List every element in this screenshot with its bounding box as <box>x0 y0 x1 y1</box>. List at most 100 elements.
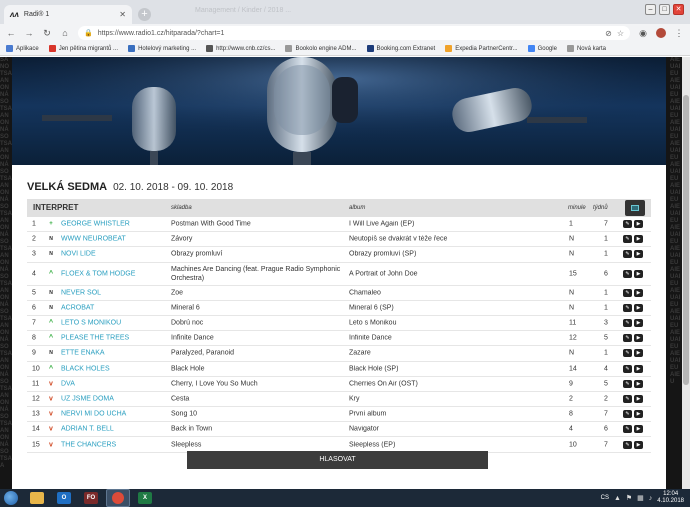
chart-date-range: 02. 10. 2018 - 09. 10. 2018 <box>113 182 234 193</box>
tray-arrow-icon[interactable]: ▲ <box>614 495 621 502</box>
artist-link[interactable]: ADRIAN T. BELL <box>61 426 167 433</box>
play-icon[interactable]: ▶ <box>634 349 643 358</box>
info-icon[interactable]: ✎ <box>623 288 632 297</box>
home-icon[interactable]: ⌂ <box>60 28 70 38</box>
play-icon[interactable]: ▶ <box>634 394 643 403</box>
info-icon[interactable]: ✎ <box>623 349 632 358</box>
taskbar-app[interactable]: FO <box>79 489 103 507</box>
song-title: Dobrú noc <box>171 319 204 327</box>
network-icon[interactable]: ▦ <box>637 494 644 502</box>
bookmark-item[interactable]: Bookolo engine ADM... <box>285 45 357 52</box>
play-icon[interactable]: ▶ <box>634 440 643 449</box>
bookmark-label: Aplikace <box>16 45 39 52</box>
info-icon[interactable]: ✎ <box>623 364 632 373</box>
clock[interactable]: 12:04 4.10.2018 <box>657 491 684 505</box>
info-icon[interactable]: ✎ <box>623 440 632 449</box>
last-week-position: 10 <box>569 441 577 449</box>
artist-link[interactable]: WWW NEUROBEAT <box>61 236 167 243</box>
info-icon[interactable]: ✎ <box>623 235 632 244</box>
info-icon[interactable]: ✎ <box>623 334 632 343</box>
scrollbar-thumb[interactable] <box>683 95 689 385</box>
reload-icon[interactable]: ↻ <box>42 28 52 39</box>
extension-icon[interactable]: ◉ <box>638 28 648 39</box>
play-all-button[interactable] <box>625 200 645 216</box>
info-icon[interactable]: ✎ <box>623 394 632 403</box>
back-icon[interactable]: ← <box>6 28 16 38</box>
minimize-button[interactable]: – <box>645 4 656 15</box>
play-icon[interactable]: ▶ <box>634 364 643 373</box>
bookmark-item[interactable]: Nová karta <box>566 45 606 52</box>
info-icon[interactable]: ✎ <box>623 319 632 328</box>
language-indicator[interactable]: CS <box>601 495 609 501</box>
song-title: Black Hole <box>171 365 205 373</box>
flag-icon[interactable]: ⚑ <box>626 494 632 502</box>
url-input[interactable]: 🔒 https://www.radio1.cz/hitparada/?chart… <box>78 26 630 40</box>
artist-link[interactable]: GEORGE WHISTLER <box>61 221 167 228</box>
play-icon[interactable]: ▶ <box>634 220 643 229</box>
maximize-button[interactable]: □ <box>659 4 670 15</box>
volume-icon[interactable]: ♪ <box>649 495 653 502</box>
start-button[interactable] <box>0 489 22 507</box>
vote-button[interactable]: HLASOVAT <box>187 451 488 469</box>
info-icon[interactable]: ✎ <box>623 269 632 278</box>
artist-link[interactable]: DVA <box>61 380 167 387</box>
artist-link[interactable]: NEŘVI MI DO UCHA <box>61 411 167 418</box>
row-position: 6 <box>32 304 36 312</box>
cookie-icon[interactable]: ⊘ <box>605 29 612 38</box>
browser-tab[interactable]: ᴧᴧ Radi® 1 ✕ <box>4 5 132 24</box>
outlook-icon: O <box>57 492 71 504</box>
profile-avatar[interactable] <box>656 28 666 38</box>
artist-link[interactable]: LETO S MONIKOU <box>61 320 167 327</box>
bookmark-item[interactable]: Expedia PartnerCentr... <box>445 45 518 52</box>
trend-down-icon: v <box>49 441 53 449</box>
play-icon[interactable]: ▶ <box>634 410 643 419</box>
play-icon[interactable]: ▶ <box>634 425 643 434</box>
play-icon[interactable]: ▶ <box>634 319 643 328</box>
artist-link[interactable]: THE CHANCERS <box>61 441 167 448</box>
close-window-button[interactable]: ✕ <box>673 4 684 15</box>
taskbar-app[interactable] <box>25 489 49 507</box>
taskbar-app[interactable] <box>106 489 130 507</box>
info-icon[interactable]: ✎ <box>623 220 632 229</box>
artist-link[interactable]: BLACK HOLES <box>61 365 167 372</box>
bookmark-item[interactable]: Booking.com Extranet <box>366 45 436 52</box>
info-icon[interactable]: ✎ <box>623 425 632 434</box>
taskbar-app[interactable]: X <box>133 489 157 507</box>
tab-close-icon[interactable]: ✕ <box>119 10 126 19</box>
play-icon[interactable]: ▶ <box>634 269 643 278</box>
url-text: https://www.radio1.cz/hitparada/?chart=1 <box>97 29 225 37</box>
play-icon[interactable]: ▶ <box>634 235 643 244</box>
play-icon[interactable]: ▶ <box>634 334 643 343</box>
song-title: Obrazy promluví <box>171 250 223 258</box>
info-icon[interactable]: ✎ <box>623 303 632 312</box>
bookmark-item[interactable]: Jen pětina migrantů ... <box>48 45 118 52</box>
page-scrollbar[interactable] <box>682 57 690 489</box>
play-icon[interactable]: ▶ <box>634 250 643 259</box>
info-icon[interactable]: ✎ <box>623 250 632 259</box>
artist-link[interactable]: NOVÍ LIDÉ <box>61 251 167 258</box>
row-actions: ✎ ▶ <box>623 235 643 244</box>
new-tab-button[interactable]: + <box>138 8 151 21</box>
artist-link[interactable]: ACROBAT <box>61 304 167 311</box>
bookmark-label: Booking.com Extranet <box>376 45 436 52</box>
artist-link[interactable]: FLOEX & TOM HODGE <box>61 270 167 277</box>
bookmark-item[interactable]: http://www.cnb.cz/cs... <box>206 45 275 52</box>
play-icon[interactable]: ▶ <box>634 379 643 388</box>
forward-icon[interactable]: → <box>24 28 34 38</box>
bookmark-item[interactable]: Hotelový marketing ... <box>128 45 196 52</box>
info-icon[interactable]: ✎ <box>623 379 632 388</box>
bookmark-star-icon[interactable]: ☆ <box>617 29 624 38</box>
artist-link[interactable]: NEVER SOL <box>61 289 167 296</box>
artist-link[interactable]: PLEASE THE TREES <box>61 335 167 342</box>
menu-icon[interactable]: ⋮ <box>674 28 684 39</box>
artist-link[interactable]: UŽ JSME DOMA <box>61 395 167 402</box>
info-icon[interactable]: ✎ <box>623 410 632 419</box>
taskbar-app[interactable]: O <box>52 489 76 507</box>
bookmark-item[interactable]: Aplikace <box>6 45 39 52</box>
album-title: Mineral 6 (SP) <box>349 304 394 312</box>
row-position: 8 <box>32 334 36 342</box>
artist-link[interactable]: ETTE ENAKA <box>61 350 167 357</box>
bookmark-item[interactable]: Google <box>527 45 557 52</box>
play-icon[interactable]: ▶ <box>634 303 643 312</box>
play-icon[interactable]: ▶ <box>634 288 643 297</box>
